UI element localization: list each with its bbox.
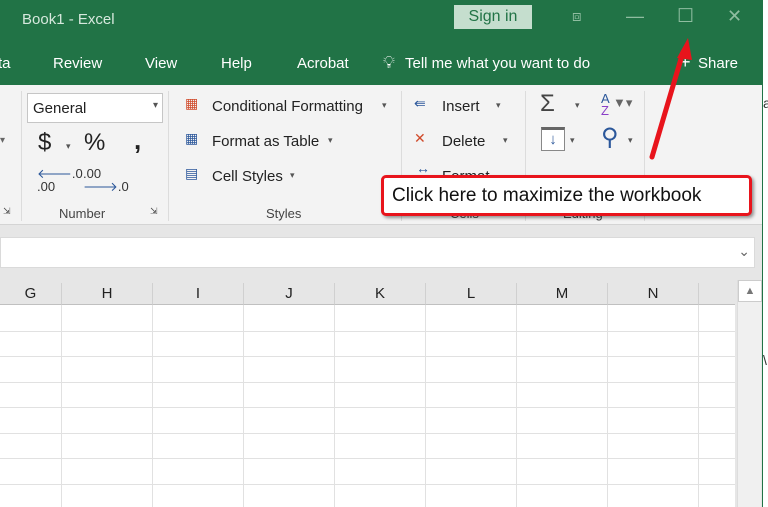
annotation-callout: Click here to maximize the workbook [381,175,752,216]
annotation-arrow [649,38,692,160]
